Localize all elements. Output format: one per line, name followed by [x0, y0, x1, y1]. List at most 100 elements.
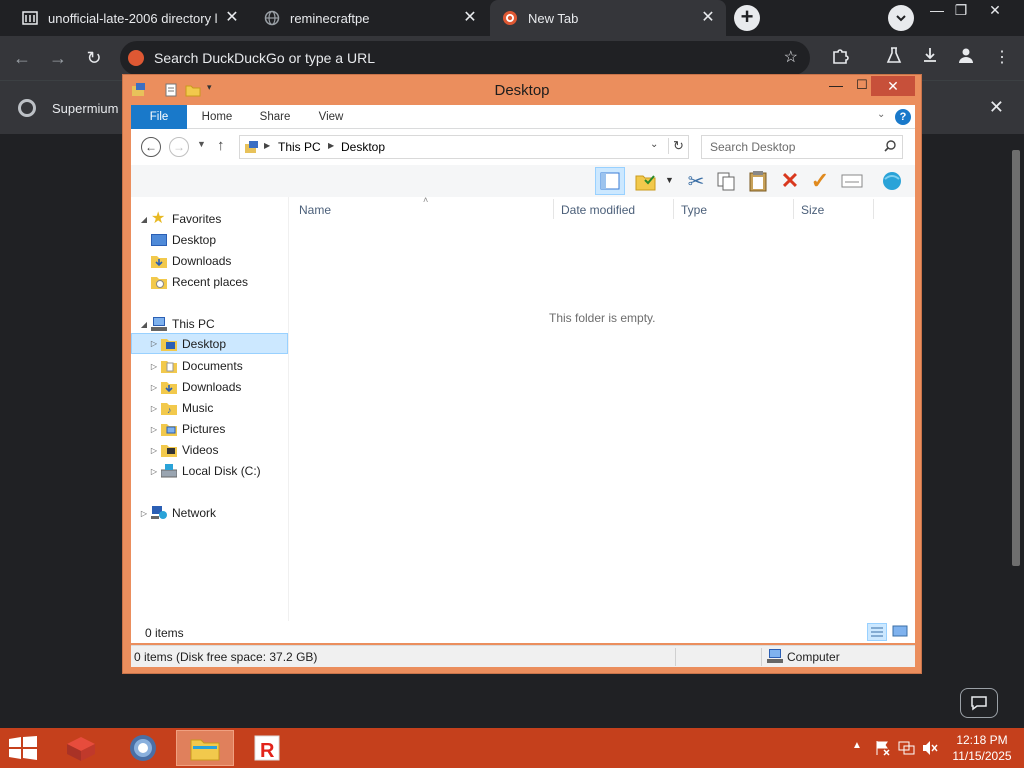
column-name[interactable]: Name — [299, 203, 331, 217]
copy-icon[interactable] — [713, 168, 739, 194]
tab-archive[interactable]: unofficial-late-2006 directory lis ✕ — [10, 0, 250, 36]
taskbar-app-browser[interactable] — [114, 730, 172, 766]
tab-close-icon[interactable]: ✕ — [700, 10, 716, 26]
nav-label: Pictures — [182, 422, 226, 436]
star-icon[interactable]: ☆ — [784, 47, 798, 67]
taskbar-app-roblox[interactable]: R — [238, 730, 296, 766]
breadcrumb-this-pc[interactable]: This PC — [278, 140, 321, 154]
expand-arrow-icon[interactable]: ▷ — [149, 467, 159, 476]
column-separator[interactable] — [553, 199, 554, 219]
paste-icon[interactable] — [745, 168, 771, 194]
nav-this-pc-videos[interactable]: ▷ Videos — [149, 440, 218, 460]
column-size[interactable]: Size — [801, 203, 824, 217]
preview-pane-icon[interactable] — [595, 167, 625, 195]
omnibox[interactable]: Search DuckDuckGo or type a URL ☆ — [120, 41, 810, 75]
show-hidden-icons-chevron-icon[interactable]: ▲ — [852, 740, 862, 751]
ribbon-expand-chevron-icon[interactable]: ⌄ — [877, 109, 885, 120]
nav-favorites[interactable]: ◢ ★ Favorites — [139, 209, 221, 229]
action-center-flag-icon[interactable] — [874, 740, 890, 759]
address-dropdown-icon[interactable]: ⌄ — [650, 139, 658, 150]
start-button[interactable] — [8, 736, 38, 760]
tab-reminecraftpe[interactable]: reminecraftpe ✕ — [252, 0, 488, 36]
tab-search-button[interactable] — [888, 5, 914, 31]
folder-options-dropdown-icon[interactable]: ▼ — [665, 175, 674, 185]
column-separator[interactable] — [673, 199, 674, 219]
expand-arrow-icon[interactable]: ▷ — [149, 339, 159, 348]
explorer-titlebar[interactable]: ▾ Desktop — ☐ ✕ — [123, 75, 921, 105]
expand-arrow-icon[interactable]: ▷ — [149, 446, 159, 455]
nav-this-pc-downloads[interactable]: ▷ Downloads — [149, 377, 241, 397]
expand-arrow-icon[interactable]: ▷ — [149, 362, 159, 371]
taskbar-app-red-cube[interactable] — [52, 730, 110, 766]
nav-this-pc-pictures[interactable]: ▷ Pictures — [149, 419, 225, 439]
tab-new-tab[interactable]: New Tab ✕ — [490, 0, 726, 36]
extensions-icon[interactable] — [828, 46, 852, 70]
close-button[interactable]: ✕ — [980, 0, 1010, 22]
back-button[interactable]: ← — [141, 137, 161, 157]
feedback-button[interactable] — [960, 688, 998, 718]
up-arrow-icon[interactable]: ↑ — [217, 137, 225, 154]
command-bar: ▼ ✂ ✕ ✓ — [131, 165, 915, 197]
column-type[interactable]: Type — [681, 203, 707, 217]
column-separator[interactable] — [793, 199, 794, 219]
expand-arrow-icon[interactable]: ▷ — [139, 509, 149, 518]
menu-dots-icon[interactable]: ⋮ — [990, 46, 1014, 70]
search-input[interactable]: Search Desktop — [701, 135, 903, 159]
close-button[interactable]: ✕ — [871, 76, 915, 96]
tab-view[interactable]: View — [307, 105, 355, 129]
download-icon[interactable] — [918, 46, 942, 70]
column-date-modified[interactable]: Date modified — [561, 203, 635, 217]
chat-bubble-icon — [971, 696, 987, 711]
nav-this-pc-music[interactable]: ▷ ♪ Music — [149, 398, 213, 418]
tab-file[interactable]: File — [131, 105, 187, 129]
refresh-icon[interactable]: ↻ — [668, 138, 684, 154]
nav-this-pc-local-disk[interactable]: ▷ Local Disk (C:) — [149, 461, 261, 481]
select-all-icon[interactable] — [839, 168, 865, 194]
profile-icon[interactable] — [954, 46, 978, 70]
nav-this-pc[interactable]: ◢ This PC — [139, 314, 215, 334]
details-view-icon[interactable] — [867, 623, 887, 641]
nav-favorites-downloads[interactable]: Downloads — [149, 251, 231, 271]
column-separator[interactable] — [873, 199, 874, 219]
tab-title: New Tab — [528, 10, 579, 26]
labs-flask-icon[interactable] — [882, 46, 906, 70]
folder-options-icon[interactable] — [633, 168, 659, 194]
tab-home[interactable]: Home — [193, 105, 241, 129]
tab-close-icon[interactable]: ✕ — [462, 10, 478, 26]
forward-button[interactable]: → — [46, 46, 70, 70]
forward-button[interactable]: → — [169, 137, 189, 157]
recent-locations-dropdown-icon[interactable]: ▼ — [197, 139, 206, 149]
taskbar-app-file-explorer[interactable] — [176, 730, 234, 766]
expand-arrow-icon[interactable]: ▷ — [149, 425, 159, 434]
infobar-close-icon[interactable]: ✕ — [989, 97, 1004, 118]
help-icon[interactable]: ? — [895, 109, 911, 125]
expand-arrow-icon[interactable]: ◢ — [139, 215, 149, 224]
back-button[interactable]: ← — [10, 46, 34, 70]
nav-label: Desktop — [172, 233, 217, 247]
breadcrumb-desktop[interactable]: Desktop — [341, 140, 385, 154]
delete-icon[interactable]: ✕ — [777, 168, 803, 194]
nav-this-pc-desktop[interactable]: ▷ Desktop — [131, 333, 288, 354]
network-status-icon[interactable] — [898, 740, 916, 759]
new-tab-button[interactable]: + — [734, 5, 760, 31]
cut-icon[interactable]: ✂ — [683, 168, 709, 194]
large-icons-view-icon[interactable] — [891, 623, 911, 641]
restore-button[interactable]: ❐ — [946, 0, 976, 22]
minimize-button[interactable]: — — [823, 77, 849, 97]
expand-arrow-icon[interactable]: ▷ — [149, 383, 159, 392]
rename-checkmark-icon[interactable]: ✓ — [807, 168, 833, 194]
address-bar[interactable]: ▶ This PC ▶ Desktop ⌄ ↻ — [239, 135, 689, 159]
taskbar-clock[interactable]: 12:18 PM 11/15/2025 — [944, 732, 1020, 764]
network-globe-icon[interactable] — [879, 168, 905, 194]
nav-favorites-recent-places[interactable]: Recent places — [149, 272, 248, 292]
nav-this-pc-documents[interactable]: ▷ Documents — [149, 356, 243, 376]
nav-favorites-desktop[interactable]: Desktop — [149, 230, 216, 250]
expand-arrow-icon[interactable]: ▷ — [149, 404, 159, 413]
scrollbar-thumb[interactable] — [1012, 150, 1020, 566]
expand-arrow-icon[interactable]: ◢ — [139, 320, 149, 329]
tab-close-icon[interactable]: ✕ — [224, 10, 240, 26]
tab-share[interactable]: Share — [251, 105, 299, 129]
reload-button[interactable]: ↻ — [82, 46, 106, 70]
nav-network[interactable]: ▷ Network — [139, 503, 216, 523]
volume-muted-icon[interactable] — [922, 740, 938, 759]
